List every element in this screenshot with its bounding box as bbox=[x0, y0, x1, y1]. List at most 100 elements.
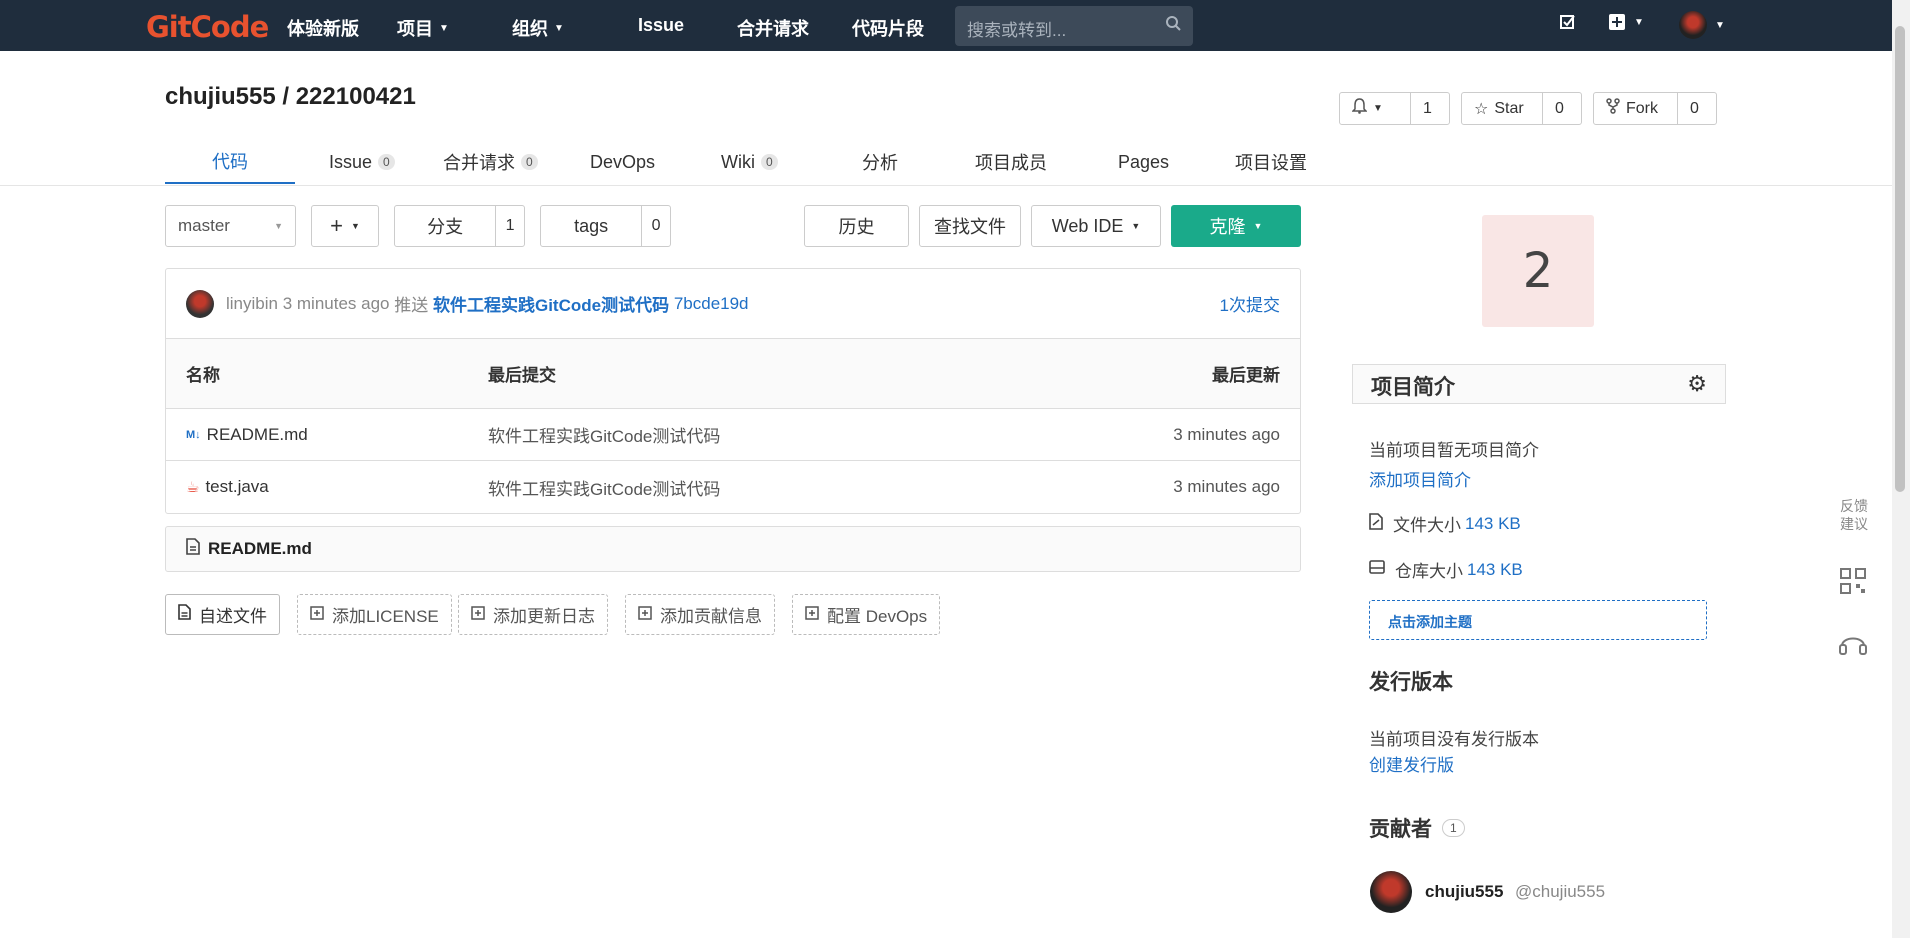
user-menu[interactable]: ▼ bbox=[1679, 11, 1725, 39]
feedback-button[interactable]: 反馈建议 bbox=[1834, 497, 1874, 533]
add-topic-button[interactable]: 点击添加主题 bbox=[1369, 600, 1707, 640]
commit-time: 3 minutes ago bbox=[282, 293, 390, 313]
branches-count: 1 bbox=[495, 206, 524, 246]
file-size-icon bbox=[1369, 512, 1383, 535]
file-name-cell[interactable]: M↓ README.md bbox=[186, 425, 308, 445]
intro-header: 项目简介 ⚙ bbox=[1352, 364, 1726, 404]
add-license-button[interactable]: 添加LICENSE bbox=[297, 594, 452, 635]
gitcode-logo[interactable]: GitCode bbox=[146, 10, 269, 44]
tab-devops[interactable]: DevOps bbox=[590, 140, 655, 184]
releases-heading: 发行版本 bbox=[1369, 671, 1453, 694]
clone-button[interactable]: 克隆 ▼ bbox=[1171, 205, 1301, 247]
search-input[interactable]: 搜索或转到... bbox=[955, 6, 1193, 46]
avatar[interactable] bbox=[186, 289, 214, 318]
readme-title[interactable]: README.md bbox=[208, 539, 312, 559]
file-commit[interactable]: 软件工程实践GitCode测试代码 bbox=[488, 475, 720, 500]
tab-wiki[interactable]: Wiki 0 bbox=[721, 140, 778, 184]
chevron-down-icon: ▼ bbox=[274, 221, 283, 231]
headset-icon[interactable] bbox=[1830, 630, 1876, 661]
todo-icon[interactable] bbox=[1559, 13, 1577, 36]
qr-code-icon[interactable] bbox=[1830, 568, 1876, 597]
contributor-name[interactable]: chujiu555 bbox=[1425, 882, 1503, 902]
watch-toggle: ▼ bbox=[1340, 93, 1410, 124]
table-row[interactable]: M↓ README.md 软件工程实践GitCode测试代码 3 minutes… bbox=[166, 409, 1300, 461]
gear-icon[interactable]: ⚙ bbox=[1687, 371, 1707, 397]
contributors-count-badge: 1 bbox=[1442, 819, 1465, 837]
col-last-update: 最后更新 bbox=[1212, 366, 1280, 385]
history-button[interactable]: 历史 bbox=[804, 205, 909, 247]
tab-analytics[interactable]: 分析 bbox=[862, 140, 898, 184]
branches-button[interactable]: 分支 1 bbox=[394, 205, 525, 247]
branch-select[interactable]: master ▼ bbox=[165, 205, 296, 247]
nav-merge-requests[interactable]: 合并请求 bbox=[737, 15, 809, 41]
divider bbox=[0, 185, 1892, 186]
tab-members[interactable]: 项目成员 bbox=[975, 140, 1047, 184]
repo-size-label: 仓库大小 bbox=[1395, 562, 1463, 581]
wiki-count-badge: 0 bbox=[761, 154, 778, 170]
add-changelog-button[interactable]: 添加更新日志 bbox=[458, 594, 608, 635]
tab-settings[interactable]: 项目设置 bbox=[1235, 140, 1307, 184]
configure-devops-button[interactable]: 配置 DevOps bbox=[792, 594, 941, 635]
nav-projects[interactable]: 项目 ▼ bbox=[397, 15, 449, 41]
plus-square-icon bbox=[471, 605, 485, 625]
fork-button[interactable]: Fork 0 bbox=[1593, 92, 1717, 125]
file-size-label: 文件大小 bbox=[1393, 516, 1461, 535]
fork-count: 0 bbox=[1677, 93, 1711, 124]
chevron-down-icon: ▼ bbox=[1131, 221, 1141, 231]
nav-snippets[interactable]: 代码片段 bbox=[852, 15, 924, 41]
commit-count-link[interactable]: 1次提交 bbox=[1220, 291, 1280, 316]
file-link[interactable]: test.java bbox=[205, 477, 268, 497]
add-contributing-button[interactable]: 添加贡献信息 bbox=[625, 594, 775, 635]
readme-header: README.md bbox=[165, 526, 1301, 572]
project-tabs: 代码 Issue 0 合并请求 0 DevOps Wiki 0 分析 项目成员 Pag… bbox=[165, 140, 1322, 186]
web-ide-button[interactable]: Web IDE ▼ bbox=[1031, 205, 1161, 247]
plus-icon: + bbox=[330, 213, 343, 238]
commit-sha-link[interactable]: 7bcde19d bbox=[674, 294, 749, 314]
watch-count: 1 bbox=[1410, 93, 1444, 124]
file-name-cell[interactable]: ☕ test.java bbox=[186, 477, 269, 497]
contributors-heading: 贡献者 1 bbox=[1369, 813, 1465, 843]
nav-issue[interactable]: Issue bbox=[638, 15, 684, 36]
intro-title: 项目简介 bbox=[1371, 376, 1455, 399]
fork-toggle: Fork bbox=[1594, 93, 1677, 124]
plus-square-icon bbox=[1609, 14, 1625, 30]
create-release-link[interactable]: 创建发行版 bbox=[1369, 751, 1454, 776]
file-size-row: 文件大小 143 KB bbox=[1369, 511, 1521, 536]
file-link[interactable]: README.md bbox=[207, 425, 308, 445]
tags-label: tags bbox=[574, 215, 609, 236]
commit-message-link[interactable]: 软件工程实践GitCode测试代码 bbox=[433, 291, 669, 316]
tab-merge-requests[interactable]: 合并请求 0 bbox=[443, 140, 538, 184]
commit-author[interactable]: linyibin bbox=[226, 294, 278, 314]
fork-icon bbox=[1606, 98, 1620, 119]
tab-code[interactable]: 代码 bbox=[165, 140, 295, 184]
avatar[interactable] bbox=[1370, 871, 1412, 913]
tab-pages[interactable]: Pages bbox=[1118, 140, 1169, 184]
no-release-text: 当前项目没有发行版本 bbox=[1369, 730, 1539, 749]
chevron-down-icon: ▼ bbox=[1253, 221, 1263, 231]
watch-button[interactable]: ▼ 1 bbox=[1339, 92, 1450, 125]
project-avatar: 2 bbox=[1482, 215, 1594, 327]
page-title[interactable]: chujiu555 / 222100421 bbox=[165, 83, 416, 111]
tags-button[interactable]: tags 0 bbox=[540, 205, 671, 247]
nav-groups[interactable]: 组织 ▼ bbox=[512, 15, 564, 41]
readme-file-button[interactable]: 自述文件 bbox=[165, 594, 280, 635]
find-file-button[interactable]: 查找文件 bbox=[919, 205, 1021, 247]
file-commit[interactable]: 软件工程实践GitCode测试代码 bbox=[488, 422, 720, 447]
star-button[interactable]: ☆ Star 0 bbox=[1461, 92, 1582, 125]
file-size-value[interactable]: 143 KB bbox=[1465, 514, 1521, 534]
repo-size-row: 仓库大小 143 KB bbox=[1369, 557, 1523, 582]
tab-issue[interactable]: Issue 0 bbox=[329, 140, 395, 184]
markdown-icon: M↓ bbox=[186, 428, 201, 441]
plus-square-icon bbox=[805, 605, 819, 625]
add-intro-link[interactable]: 添加项目简介 bbox=[1369, 466, 1471, 491]
nav-new-version[interactable]: 体验新版 bbox=[287, 15, 359, 41]
new-item-button[interactable]: ▼ bbox=[1608, 13, 1644, 31]
plus-square-icon bbox=[310, 605, 324, 625]
add-button[interactable]: + ▼ bbox=[311, 205, 379, 247]
star-label: Star bbox=[1494, 99, 1524, 117]
star-toggle: ☆ Star bbox=[1462, 93, 1542, 124]
table-row[interactable]: ☕ test.java 软件工程实践GitCode测试代码 3 minutes … bbox=[166, 461, 1300, 513]
repo-size-value[interactable]: 143 KB bbox=[1467, 560, 1523, 580]
star-icon: ☆ bbox=[1474, 100, 1489, 118]
scrollbar-thumb[interactable] bbox=[1895, 26, 1905, 492]
